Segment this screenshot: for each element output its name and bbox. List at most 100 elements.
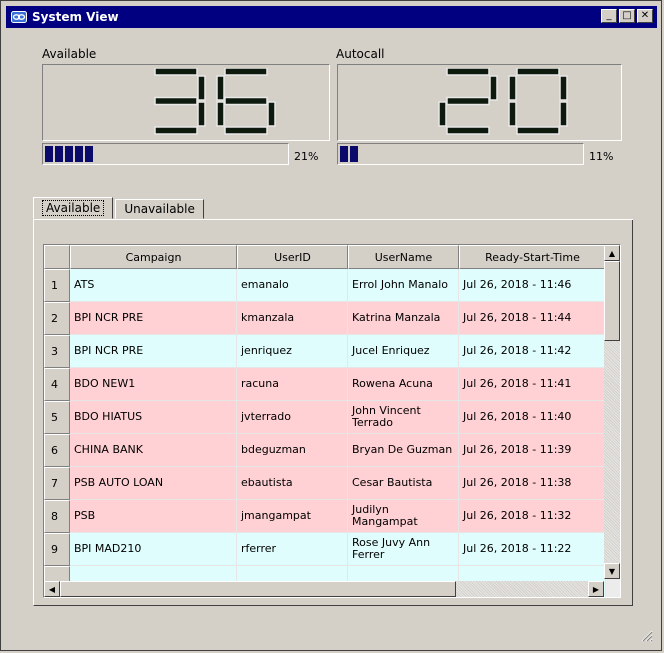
system-view-window: System View _ □ ✕ Available 36 21% Autoc…: [0, 0, 662, 651]
row-number: 3: [44, 335, 70, 368]
lcd-segment: [224, 96, 268, 106]
cell-userid: rferrer: [237, 533, 348, 566]
table-header: Campaign UserID UserName Ready-Start-Tim…: [44, 245, 606, 269]
progress-block: [55, 146, 63, 162]
cell-username: John Vincent Terrado: [348, 401, 459, 434]
cell-userid: bdeguzman: [237, 434, 348, 467]
scroll-left-arrow-icon[interactable]: ◀: [44, 581, 60, 597]
cell-ready-start-time: Jul 26, 2018 - 11:22: [459, 533, 606, 566]
cell-campaign: CHINA BANK: [70, 434, 237, 467]
minimize-button[interactable]: _: [601, 9, 617, 23]
lcd-segment: [154, 126, 198, 135]
available-counter: 36: [42, 64, 330, 141]
cell-campaign: PSB AUTO LOAN: [70, 467, 237, 500]
tab-unavailable-label: Unavailable: [124, 202, 195, 216]
progress-block: [45, 146, 53, 162]
cell-userid: ebautista: [237, 467, 348, 500]
vertical-scroll-thumb[interactable]: [604, 261, 620, 341]
table-body: 1 ATS emanalo Errol John Manalo Jul 26, 2018…: [44, 269, 606, 597]
column-header-userid[interactable]: UserID: [237, 245, 348, 269]
cell-userid: emanalo: [237, 269, 348, 302]
column-header-username[interactable]: UserName: [348, 245, 459, 269]
available-percent: 21%: [294, 150, 319, 163]
table-row[interactable]: 4 BDO NEW1 racuna Rowena Acuna Jul 26, 2018 …: [44, 368, 606, 401]
lcd-segment: [197, 75, 206, 101]
horizontal-scroll-track[interactable]: [456, 581, 588, 597]
tab-available-label: Available: [42, 200, 105, 216]
lcd-segment: [197, 101, 206, 127]
lcd-segment: [267, 101, 276, 127]
cell-campaign: BDO NEW1: [70, 368, 237, 401]
lcd-segment: [154, 96, 198, 106]
progress-block: [85, 146, 93, 162]
cell-username: Rose Juvy Ann Ferrer: [348, 533, 459, 566]
row-number: 9: [44, 533, 70, 566]
close-button[interactable]: ✕: [637, 9, 653, 23]
tab-unavailable[interactable]: Unavailable: [115, 199, 204, 219]
lcd-segment: [489, 75, 498, 101]
tab-available[interactable]: Available: [33, 197, 114, 219]
table-row[interactable]: 9 BPI MAD210 rferrer Rose Juvy Ann Ferrer Ju…: [44, 533, 606, 566]
cell-userid: kmanzala: [237, 302, 348, 335]
cell-ready-start-time: Jul 26, 2018 - 11:42: [459, 335, 606, 368]
table-row[interactable]: 2 BPI NCR PRE kmanzala Katrina Manzala Jul 2…: [44, 302, 606, 335]
row-number: 7: [44, 467, 70, 500]
link-icon: [10, 10, 28, 24]
maximize-button[interactable]: □: [619, 9, 635, 23]
row-number: 6: [44, 434, 70, 467]
table-row[interactable]: 3 BPI NCR PRE jenriquez Jucel Enriquez Jul 2…: [44, 335, 606, 368]
row-header-corner: [44, 245, 70, 269]
column-header-ready-start-time[interactable]: Ready-Start-Time: [459, 245, 606, 269]
cell-campaign: BPI NCR PRE: [70, 302, 237, 335]
vertical-scroll-track[interactable]: [604, 341, 620, 563]
available-label: Available: [42, 47, 97, 61]
table-row[interactable]: 7 PSB AUTO LOAN ebautista Cesar Bautista Jul…: [44, 467, 606, 500]
lcd-segment: [508, 75, 517, 101]
cell-username: Bryan De Guzman: [348, 434, 459, 467]
row-number: 1: [44, 269, 70, 302]
progress-block: [75, 146, 83, 162]
lcd-segment: [224, 68, 268, 76]
lcd-segment: [516, 126, 560, 135]
available-progress-bar: [42, 143, 289, 165]
lcd-segment: [154, 68, 198, 76]
cell-ready-start-time: Jul 26, 2018 - 11:40: [459, 401, 606, 434]
scroll-right-arrow-icon[interactable]: ▶: [588, 581, 604, 597]
cell-campaign: BPI NCR PRE: [70, 335, 237, 368]
lcd-segment: [508, 101, 517, 127]
cell-campaign: ATS: [70, 269, 237, 302]
lcd-segment: [446, 68, 490, 76]
horizontal-scroll-thumb[interactable]: [60, 581, 456, 597]
row-number: 4: [44, 368, 70, 401]
lcd-segment: [216, 101, 225, 127]
cell-ready-start-time: Jul 26, 2018 - 11:44: [459, 302, 606, 335]
lcd-segment: [559, 75, 568, 101]
table-row[interactable]: 5 BDO HIATUS jvterrado John Vincent Terrado…: [44, 401, 606, 434]
agents-table: Campaign UserID UserName Ready-Start-Tim…: [43, 244, 621, 598]
cell-username: Jucel Enriquez: [348, 335, 459, 368]
cell-userid: jmangampat: [237, 500, 348, 533]
cell-campaign: BPI MAD210: [70, 533, 237, 566]
table-row[interactable]: 6 CHINA BANK bdeguzman Bryan De Guzman Jul 2…: [44, 434, 606, 467]
lcd-segment: [216, 75, 225, 101]
cell-ready-start-time: Jul 26, 2018 - 11:39: [459, 434, 606, 467]
cell-ready-start-time: Jul 26, 2018 - 11:41: [459, 368, 606, 401]
column-header-campaign[interactable]: Campaign: [70, 245, 237, 269]
cell-username: Cesar Bautista: [348, 467, 459, 500]
row-number: 5: [44, 401, 70, 434]
scroll-down-arrow-icon[interactable]: ▼: [604, 563, 620, 579]
cell-ready-start-time: Jul 26, 2018 - 11:38: [459, 467, 606, 500]
table-row[interactable]: 8 PSB jmangampat Judilyn Mangampat Jul 26, 2…: [44, 500, 606, 533]
progress-block: [350, 146, 358, 162]
title-bar[interactable]: System View _ □ ✕: [6, 6, 657, 28]
vertical-scrollbar[interactable]: ▲ ▼: [604, 245, 620, 579]
resize-grip-icon[interactable]: [639, 628, 653, 642]
lcd-digits: 20: [438, 68, 568, 135]
table-row[interactable]: 1 ATS emanalo Errol John Manalo Jul 26, 2018…: [44, 269, 606, 302]
cell-username: Rowena Acuna: [348, 368, 459, 401]
lcd-segment: [438, 101, 447, 127]
cell-campaign: BDO HIATUS: [70, 401, 237, 434]
horizontal-scrollbar[interactable]: ◀ ▶: [44, 581, 604, 597]
cell-userid: racuna: [237, 368, 348, 401]
scroll-up-arrow-icon[interactable]: ▲: [604, 245, 620, 261]
